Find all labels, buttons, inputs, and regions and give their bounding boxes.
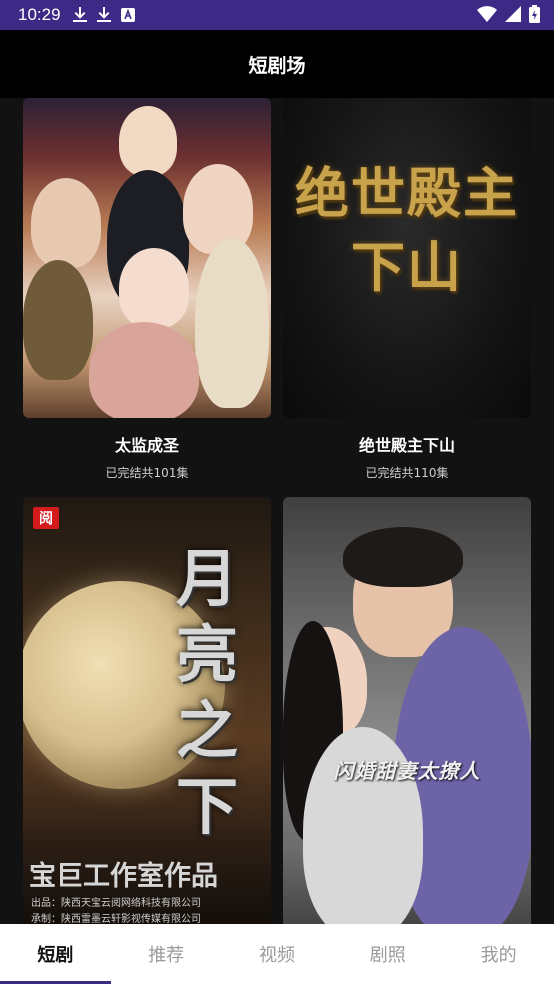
app-notification-icon bbox=[120, 8, 135, 22]
drama-card[interactable]: 阅 月亮之下 宝巨工作室作品 出品：陕西天宝云阅网络科技有限公司 承制：陕西雷墨… bbox=[23, 497, 271, 924]
nav-tab-stills[interactable]: 剧照 bbox=[332, 924, 443, 984]
nav-tab-video[interactable]: 视频 bbox=[222, 924, 333, 984]
poster-title-text: 绝世殿主下山 bbox=[295, 161, 519, 299]
poster-figure bbox=[343, 527, 463, 587]
drama-episode-count: 已完结共110集 bbox=[365, 466, 449, 480]
status-bar: 10:29 bbox=[0, 0, 554, 30]
download-icon bbox=[72, 7, 87, 22]
nav-tab-recommend[interactable]: 推荐 bbox=[111, 924, 222, 984]
drama-title: 绝世殿主下山 bbox=[358, 436, 455, 455]
bottom-navigation: 短剧 推荐 视频 剧照 我的 bbox=[0, 924, 554, 984]
poster-figure bbox=[119, 106, 177, 176]
battery-icon bbox=[529, 5, 540, 23]
nav-tab-mine[interactable]: 我的 bbox=[443, 924, 554, 984]
poster-figure bbox=[89, 322, 199, 418]
drama-poster[interactable]: 阅 月亮之下 宝巨工作室作品 出品：陕西天宝云阅网络科技有限公司 承制：陕西雷墨… bbox=[23, 497, 271, 924]
drama-grid: 太监成圣 已完结共101集 绝世殿主下山 绝世殿主下山 已完结共110集 阅 月… bbox=[0, 98, 554, 924]
poster-undertaker-text: 承制：陕西雷墨云轩影视传媒有限公司 bbox=[31, 914, 201, 924]
poster-title-text: 月亮之下 bbox=[175, 542, 238, 843]
drama-poster[interactable]: 闪婚甜妻太撩人 bbox=[283, 497, 531, 924]
app-bar: 短剧场 bbox=[0, 30, 554, 98]
poster-producer-text: 出品：陕西天宝云阅网络科技有限公司 bbox=[31, 898, 201, 909]
poster-caption-text: 闪婚甜妻太撩人 bbox=[333, 759, 481, 783]
drama-card[interactable]: 闪婚甜妻太撩人 bbox=[283, 497, 531, 924]
poster-figure bbox=[31, 178, 101, 268]
status-notification-icons bbox=[72, 7, 135, 23]
drama-title: 太监成圣 bbox=[114, 436, 179, 455]
poster-figure bbox=[119, 248, 189, 328]
poster-studio-text: 宝巨工作室作品 bbox=[29, 861, 218, 892]
status-time: 10:29 bbox=[18, 5, 61, 24]
nav-tab-short-drama[interactable]: 短剧 bbox=[0, 924, 111, 984]
poster-badge: 阅 bbox=[33, 507, 59, 529]
download-icon bbox=[96, 7, 111, 22]
drama-card[interactable]: 太监成圣 已完结共101集 bbox=[23, 98, 271, 481]
drama-poster[interactable]: 绝世殿主下山 bbox=[283, 98, 531, 418]
poster-figure bbox=[195, 238, 269, 408]
drama-card[interactable]: 绝世殿主下山 绝世殿主下山 已完结共110集 bbox=[283, 98, 531, 481]
cellular-signal-icon bbox=[505, 6, 521, 22]
drama-episode-count: 已完结共101集 bbox=[105, 466, 189, 480]
status-system-icons bbox=[477, 5, 540, 23]
poster-figure bbox=[23, 260, 93, 380]
page-title: 短剧场 bbox=[248, 54, 306, 77]
wifi-icon bbox=[477, 6, 497, 22]
drama-poster[interactable] bbox=[23, 98, 271, 418]
